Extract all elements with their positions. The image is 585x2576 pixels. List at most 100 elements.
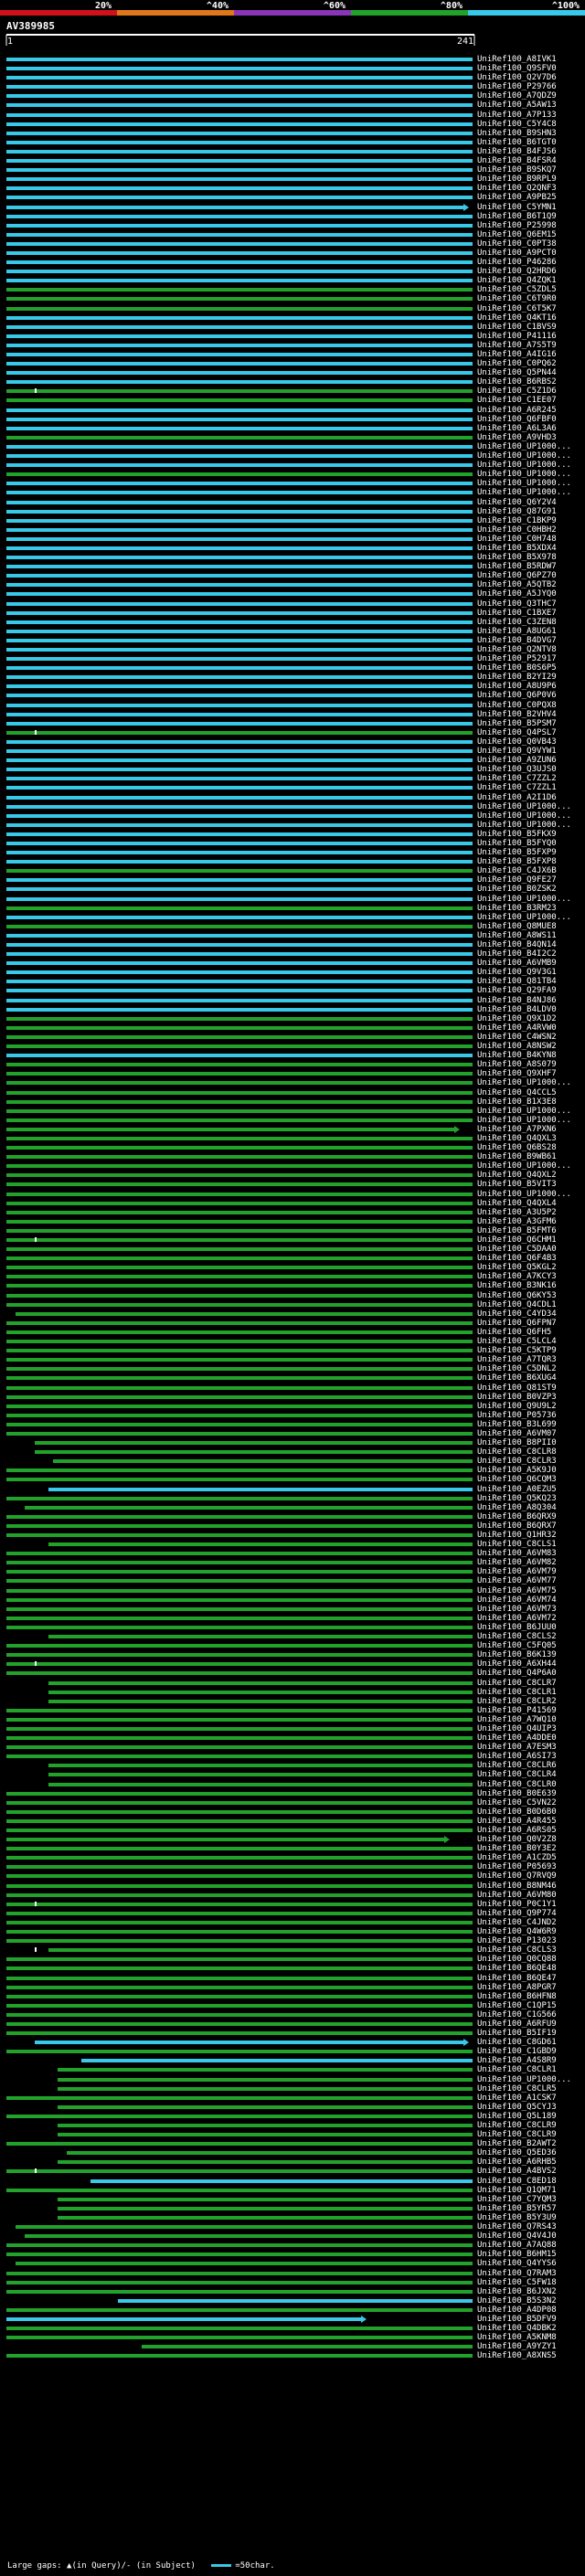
hit-id-label[interactable]: UniRef100_B6XUG4 [477,1373,557,1383]
hit-id-label[interactable]: UniRef100_B0D6B0 [477,1807,557,1817]
hit-row[interactable]: UniRef100_C8GD61 [0,2038,585,2047]
hit-row[interactable]: UniRef100_B9SHN3 [0,129,585,138]
hit-row[interactable]: UniRef100_C4YD34 [0,1309,585,1319]
alignment-bar[interactable] [58,2104,473,2109]
alignment-bar[interactable] [6,288,473,292]
hit-row[interactable]: UniRef100_A4DP08 [0,2306,585,2315]
hit-row[interactable]: UniRef100_B8PII0 [0,1438,585,1447]
hit-row[interactable]: UniRef100_B6QRX9 [0,1512,585,1521]
hit-id-label[interactable]: UniRef100_A7TQR3 [477,1355,557,1364]
hit-id-label[interactable]: UniRef100_C8CLR1 [477,2065,557,2074]
hit-row[interactable]: UniRef100_C8CLR5 [0,2084,585,2094]
hit-row[interactable]: UniRef100_C6T5K7 [0,304,585,313]
hit-row[interactable]: UniRef100_A6VM79 [0,1567,585,1576]
hit-row[interactable]: UniRef100_Q2HRD6 [0,267,585,276]
hit-id-label[interactable]: UniRef100_A8IVK1 [477,55,557,64]
alignment-bar[interactable] [6,1856,473,1860]
hit-id-label[interactable]: UniRef100_Q9V3G1 [477,968,557,977]
hit-row[interactable]: UniRef100_Q4CDL1 [0,1300,585,1309]
hit-row[interactable]: UniRef100_Q5KQ23 [0,1494,585,1503]
alignment-bar[interactable] [6,435,473,440]
alignment-bar[interactable] [6,822,473,827]
alignment-bar[interactable] [6,712,473,716]
hit-row[interactable]: UniRef100_A6SI73 [0,1752,585,1761]
alignment-bar[interactable] [6,1413,473,1417]
alignment-bar[interactable] [6,989,473,993]
alignment-bar[interactable] [6,131,473,135]
alignment-bar[interactable] [6,260,473,265]
hit-row[interactable]: UniRef100_Q8MUE8 [0,922,585,931]
hit-id-label[interactable]: UniRef100_UP1000... [477,1116,571,1125]
alignment-bar[interactable] [6,2336,473,2340]
hit-row[interactable]: UniRef100_A6R245 [0,406,585,415]
hit-id-label[interactable]: UniRef100_A4RVW0 [477,1023,557,1033]
hit-id-label[interactable]: UniRef100_Q4QXL3 [477,1134,557,1143]
hit-id-label[interactable]: UniRef100_A5KNM8 [477,2333,557,2342]
alignment-bar[interactable] [6,721,473,726]
hit-row[interactable]: UniRef100_C5Z1D6 [0,387,585,396]
hit-row[interactable]: UniRef100_A6VM80 [0,1891,585,1900]
hit-row[interactable]: UniRef100_C0PQX8 [0,701,585,710]
hit-row[interactable]: UniRef100_A7P133 [0,111,585,120]
hit-row[interactable]: UniRef100_C5Y4C8 [0,120,585,129]
hit-id-label[interactable]: UniRef100_UP1000... [477,1078,571,1087]
hit-row[interactable]: UniRef100_B6T1Q9 [0,212,585,221]
alignment-bar[interactable] [6,1874,473,1879]
hit-row[interactable]: UniRef100_Q81ST9 [0,1383,585,1393]
alignment-bar[interactable] [6,2253,473,2257]
alignment-bar[interactable] [6,94,473,99]
alignment-bar[interactable] [6,398,473,403]
hit-id-label[interactable]: UniRef100_A6L3A6 [477,424,557,433]
alignment-bar[interactable] [6,1054,473,1058]
alignment-bar[interactable] [6,232,473,237]
hit-row[interactable]: UniRef100_Q5ED36 [0,2148,585,2157]
hit-id-label[interactable]: UniRef100_B5FXP9 [477,848,557,857]
alignment-bar[interactable] [6,1736,473,1741]
hit-id-label[interactable]: UniRef100_P25998 [477,221,557,230]
alignment-bar[interactable] [6,1108,473,1113]
alignment-bar[interactable] [6,980,473,984]
hit-id-label[interactable]: UniRef100_A2I1D6 [477,793,557,802]
hit-row[interactable]: UniRef100_P05693 [0,1862,585,1871]
hit-row[interactable]: UniRef100_B0ZSK2 [0,885,585,894]
alignment-bar[interactable] [6,149,473,154]
hit-id-label[interactable]: UniRef100_Q6F4B3 [477,1254,557,1263]
hit-row[interactable]: UniRef100_Q5KGL2 [0,1263,585,1272]
hit-row[interactable]: UniRef100_B4FJS6 [0,147,585,156]
hit-id-label[interactable]: UniRef100_UP1000... [477,1161,571,1171]
hit-id-label[interactable]: UniRef100_Q4DBK2 [477,2324,557,2333]
hit-id-label[interactable]: UniRef100_C4JND2 [477,1918,557,1927]
alignment-bar[interactable] [6,1653,473,1658]
hit-id-label[interactable]: UniRef100_P52917 [477,654,557,663]
hit-id-label[interactable]: UniRef100_A6RS05 [477,1826,557,1835]
hit-row[interactable]: UniRef100_B5FMT6 [0,1226,585,1235]
alignment-bar[interactable] [6,2354,473,2359]
alignment-bar[interactable] [6,334,473,338]
hit-id-label[interactable]: UniRef100_B8NM46 [477,1882,557,1891]
alignment-bar[interactable] [6,2188,473,2192]
alignment-bar[interactable] [58,2086,473,2091]
alignment-bar[interactable] [6,629,473,633]
alignment-bar[interactable] [6,1155,473,1160]
hit-row[interactable]: UniRef100_B3NK16 [0,1281,585,1290]
alignment-bar[interactable] [6,2327,473,2331]
hit-id-label[interactable]: UniRef100_B6HM15 [477,2250,557,2259]
hit-id-label[interactable]: UniRef100_C1QP15 [477,2001,557,2010]
hit-id-label[interactable]: UniRef100_Q8MUE8 [477,922,557,931]
hit-row[interactable]: UniRef100_B4NJ86 [0,996,585,1005]
alignment-bar[interactable] [6,1025,473,1030]
hit-id-label[interactable]: UniRef100_Q6PZ70 [477,571,557,580]
alignment-bar[interactable] [6,1883,473,1888]
hit-row[interactable]: UniRef100_A8UG61 [0,627,585,636]
alignment-bar[interactable] [58,2215,473,2220]
alignment-bar[interactable] [48,1635,473,1639]
hit-id-label[interactable]: UniRef100_Q5CYJ3 [477,2103,557,2112]
alignment-bar[interactable] [6,2031,473,2036]
hit-id-label[interactable]: UniRef100_C8CLS3 [477,1945,557,1955]
hit-row[interactable]: UniRef100_Q5L189 [0,2112,585,2121]
hit-id-label[interactable]: UniRef100_UP1000... [477,811,571,821]
hit-id-label[interactable]: UniRef100_B6QRX7 [477,1521,557,1531]
alignment-bar[interactable] [6,915,473,919]
alignment-bar[interactable] [6,887,473,892]
hit-row[interactable]: UniRef100_B5DFV9 [0,2315,585,2324]
